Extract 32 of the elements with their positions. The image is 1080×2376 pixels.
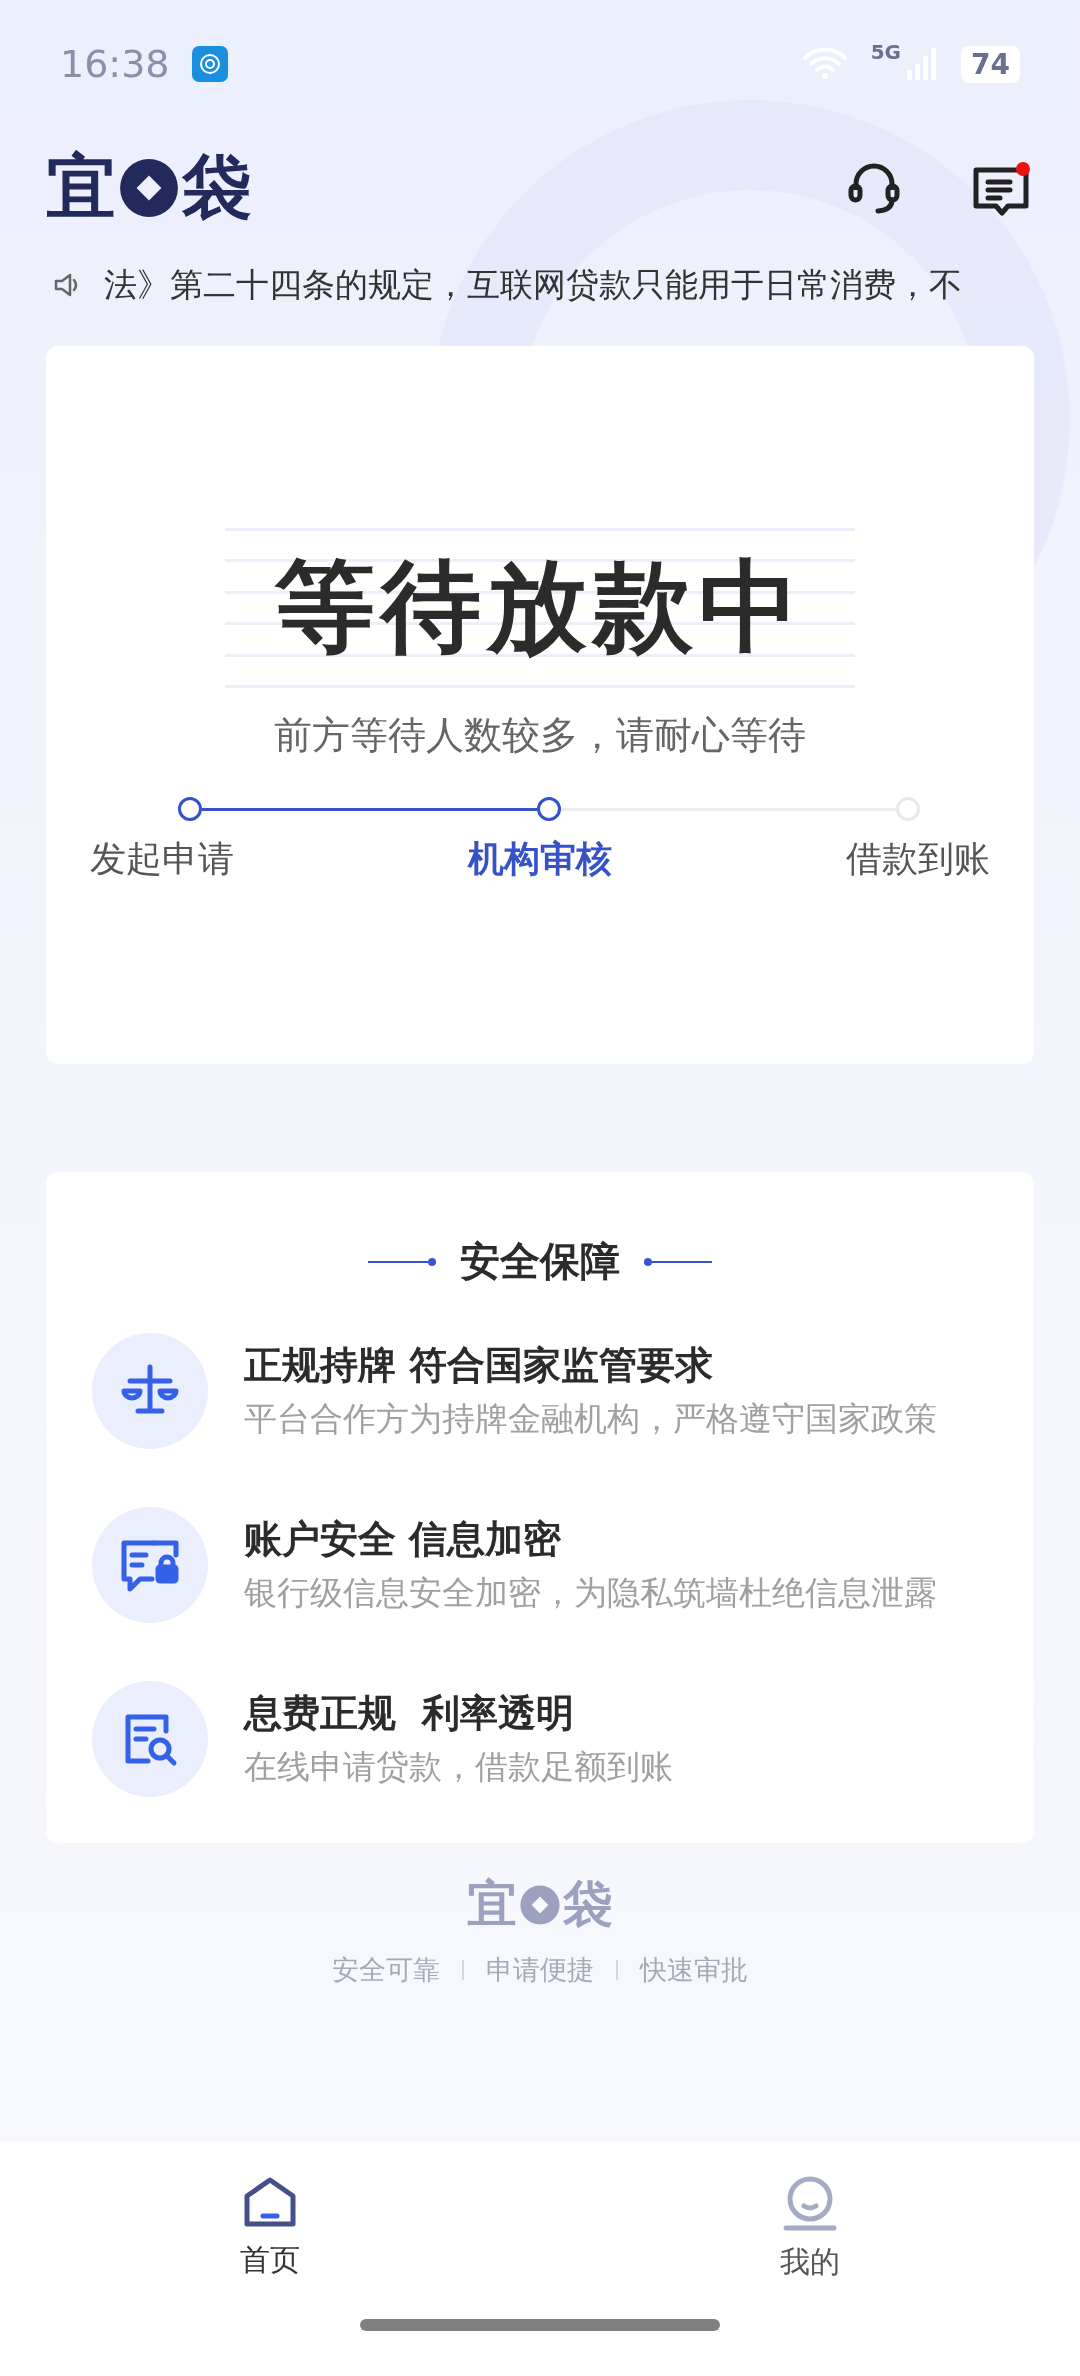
feature-title: 账户安全 信息加密 [244,1516,563,1563]
feature-description: 在线申请贷款，借款足额到账 [244,1746,673,1788]
tagline: 安全可靠 [332,1953,440,1987]
heading-decoration [642,1256,712,1267]
app-notification-icon [191,46,228,82]
status-time: 16:38 [60,42,170,86]
step-label: 机构审核 [468,837,612,881]
logo-text: 宜 [46,145,116,230]
tab-item[interactable]: 我的 [730,2176,890,2283]
network-label: 5G [870,39,902,64]
feature-title: 正规持牌 符合国家监管要求 [244,1342,715,1389]
logo-mark-icon [118,157,180,219]
battery-level: 74 [961,45,1020,83]
section-title: 安全保障 [460,1237,620,1286]
heading-decoration [368,1256,438,1267]
notice-text: 法》第二十四条的规定，互联网贷款只能用于日常消费，不 [104,263,962,306]
feature-title: 息费正规 利率透明 [244,1690,576,1737]
status-title: 等待放款中 [275,546,805,667]
profile-icon [783,2176,837,2232]
feature-description: 平台合作方为持牌金融机构，严格遵守国家政策 [244,1398,937,1440]
tab-item[interactable]: 首页 [190,2176,350,2283]
home-icon [243,2176,297,2230]
logo-text: 宜 [467,1874,517,1935]
logo-text: 袋 [563,1874,613,1935]
feature-description: 银行级信息安全加密，为隐私筑墙杜绝信息泄露 [244,1572,937,1614]
tagline: 快速审批 [640,1953,748,1987]
status-subtitle: 前方等待人数较多，请耐心等待 [274,712,806,759]
step-label: 发起申请 [90,837,234,881]
logo-mark-icon [519,1883,561,1926]
logo-text: 袋 [182,145,252,230]
tagline: 申请便捷 [486,1953,594,1987]
step-label: 借款到账 [846,837,990,881]
